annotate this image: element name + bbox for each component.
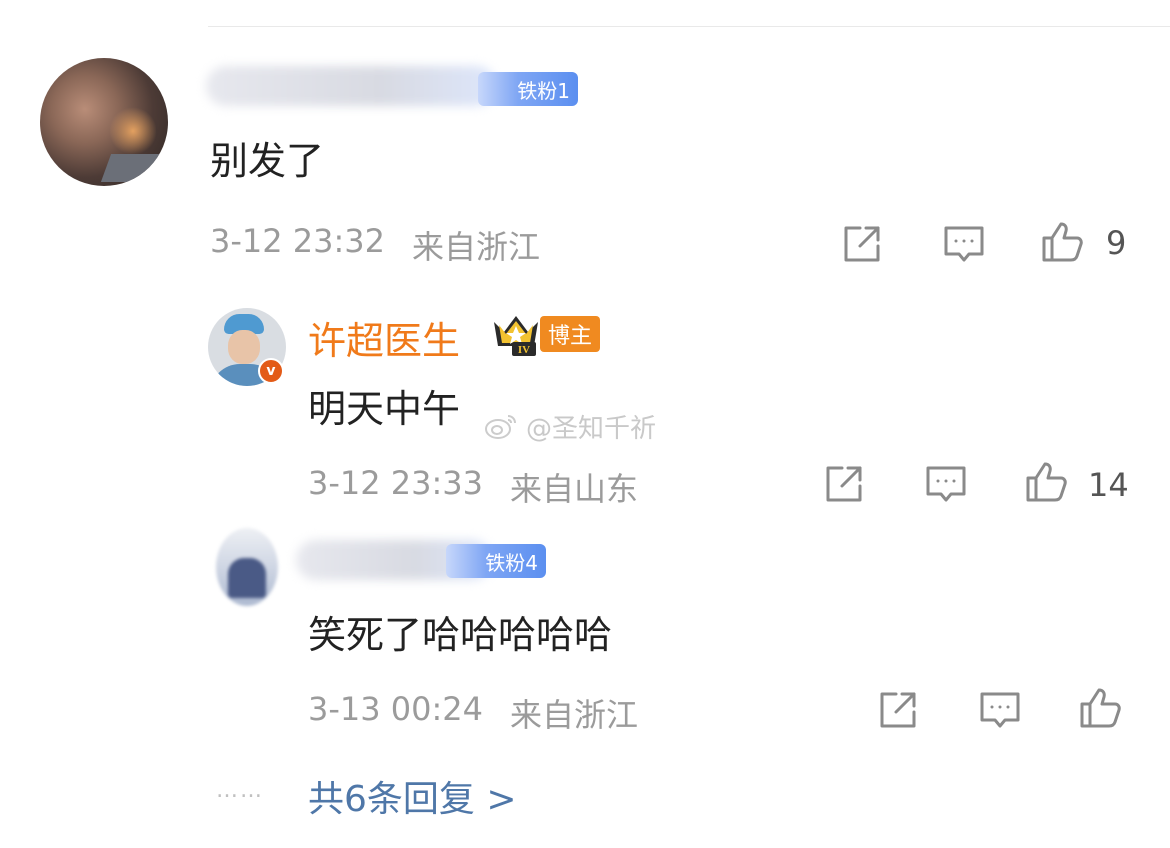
reply-text: 明天中午 [308,387,461,431]
blogger-badge: 博主 [540,316,600,352]
comment-date: 3-12 23:32 [210,222,386,260]
avatar-face [228,330,260,364]
divider [208,26,1170,27]
fan-badge: 铁粉4 [446,544,546,578]
reply-location: 来自浙江 [510,696,639,734]
reply-text: 笑死了哈哈哈哈哈 [308,613,613,657]
reply-location: 来自山东 [510,470,639,508]
fan-badge: 铁粉1 [478,72,578,106]
author-name[interactable]: 许超医生 [308,310,460,365]
verified-badge: v [258,358,284,384]
like-icon[interactable] [1040,220,1084,264]
avatar-laptop [100,154,168,182]
watermark: @圣知千祈 [526,414,657,444]
like-icon[interactable] [1024,460,1068,504]
more-dots: …… [216,778,264,803]
comment-location: 来自浙江 [412,228,541,266]
username-blurred[interactable] [206,66,496,106]
comment-thread: 铁粉1 别发了 3-12 23:32 来自浙江 9 v 许超医生 IV 博主 明… [0,0,1170,848]
avatar-lamp [110,106,156,156]
share-icon[interactable] [876,688,920,732]
avatar[interactable] [40,58,168,186]
comment-text: 别发了 [210,139,325,183]
like-icon[interactable] [1078,686,1122,730]
avatar[interactable] [216,528,278,606]
like-count: 9 [1106,224,1127,262]
comment-icon[interactable] [942,222,986,266]
share-icon[interactable] [822,462,866,506]
share-icon[interactable] [840,222,884,266]
comment-icon[interactable] [924,462,968,506]
reply-date: 3-12 23:33 [308,464,484,502]
crown-icon: IV [490,312,542,356]
comment-icon[interactable] [978,688,1022,732]
like-count: 14 [1088,466,1129,504]
more-replies-link[interactable]: 共6条回复 > [308,770,517,822]
weibo-icon [484,412,518,440]
level-label: IV [518,344,530,356]
avatar-figure [228,558,266,598]
reply-date: 3-13 00:24 [308,690,484,728]
